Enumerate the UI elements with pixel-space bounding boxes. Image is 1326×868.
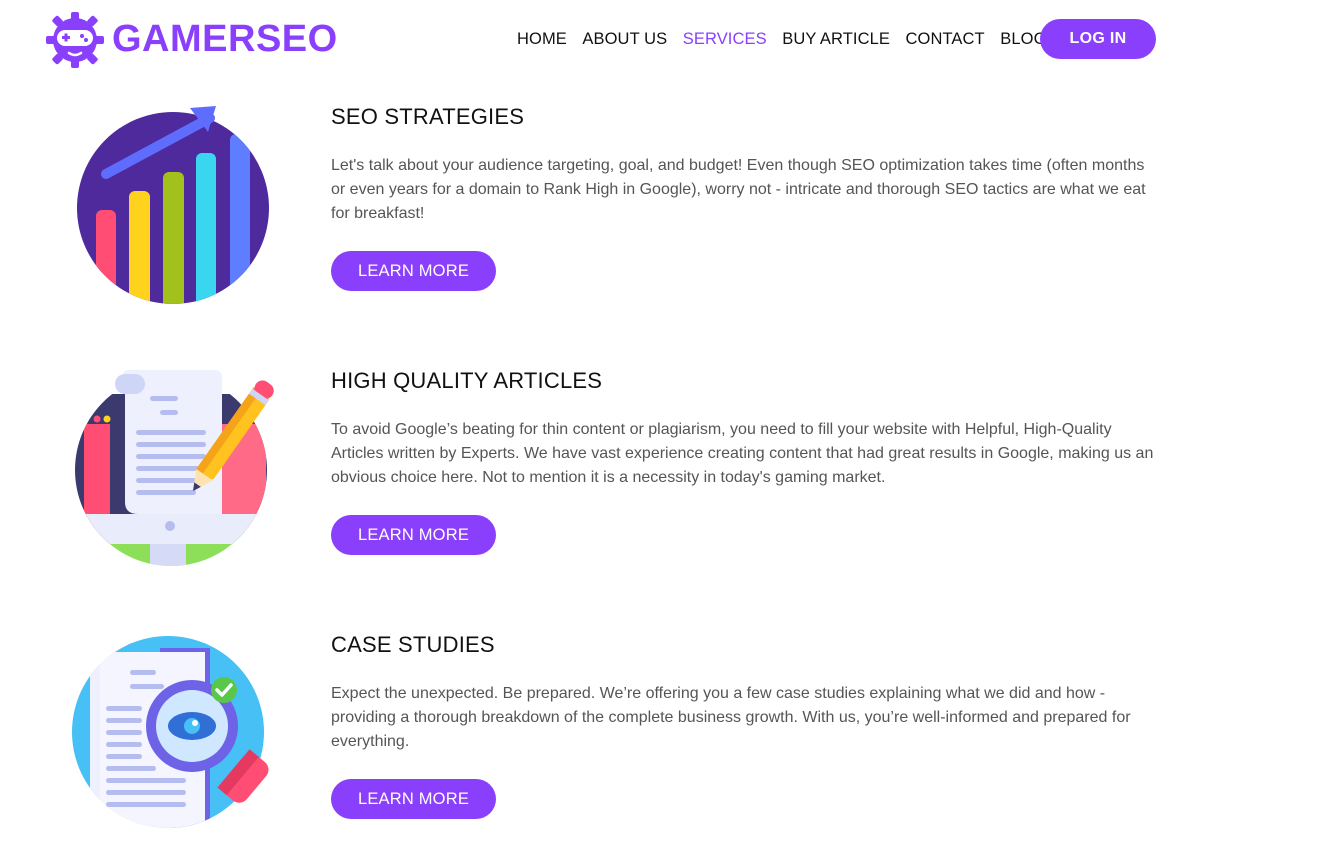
service-title: CASE STUDIES (331, 632, 495, 657)
nav-services[interactable]: SERVICES (683, 19, 767, 59)
bar-chart-growth-icon (77, 106, 269, 304)
service-description: Expect the unexpected. Be prepared. We’r… (331, 685, 1131, 750)
nav-about-us[interactable]: ABOUT US (582, 19, 667, 59)
service-high-quality-articles: HIGH QUALITY ARTICLES To avoid Google’s … (0, 364, 1326, 604)
main-nav: HOME ABOUT US SERVICES BUY ARTICLE CONTA… (517, 19, 1062, 59)
service-description: To avoid Google’s beating for thin conte… (331, 421, 1154, 486)
service-description: Let's talk about your audience targeting… (331, 157, 1146, 222)
document-magnifier-icon (72, 636, 269, 828)
nav-buy-article[interactable]: BUY ARTICLE (782, 19, 890, 59)
learn-more-button[interactable]: LEARN MORE (331, 779, 496, 819)
nav-contact[interactable]: CONTACT (906, 19, 985, 59)
gamepad-gear-icon (46, 12, 104, 68)
login-button[interactable]: LOG IN (1040, 19, 1156, 59)
document-pencil-icon (75, 370, 274, 566)
brand-logo[interactable]: GAMERSEO (45, 9, 355, 69)
nav-home[interactable]: HOME (517, 19, 567, 59)
brand-name: GAMERSEO (112, 18, 338, 60)
site-header: GAMERSEO HOME ABOUT US SERVICES BUY ARTI… (0, 0, 1326, 80)
service-case-studies: CASE STUDIES Expect the unexpected. Be p… (0, 628, 1326, 868)
service-title: SEO STRATEGIES (331, 104, 525, 129)
service-title: HIGH QUALITY ARTICLES (331, 368, 603, 393)
learn-more-button[interactable]: LEARN MORE (331, 251, 496, 291)
learn-more-button[interactable]: LEARN MORE (331, 515, 496, 555)
service-seo-strategies: SEO STRATEGIES Let's talk about your aud… (0, 100, 1326, 340)
